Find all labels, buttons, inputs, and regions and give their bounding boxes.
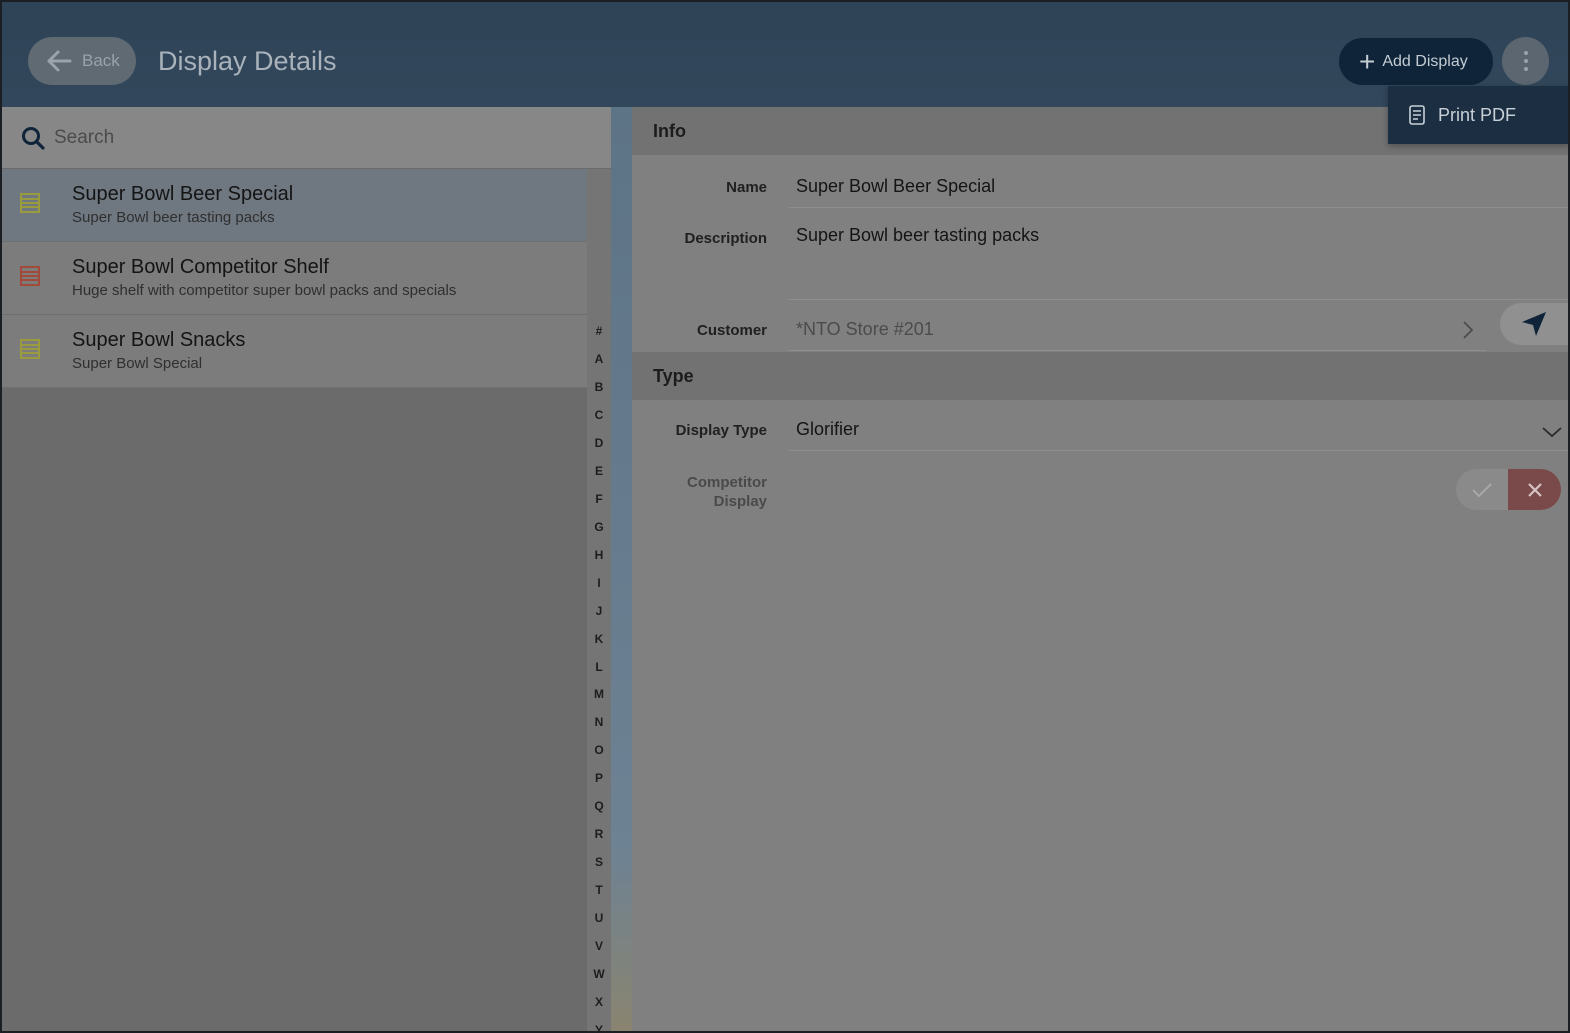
close-icon [1527,482,1542,497]
display-list: Super Bowl Beer Special Super Bowl beer … [2,169,587,388]
location-arrow-icon [1522,312,1546,336]
alphabet-index-letter[interactable]: G [587,520,611,534]
plus-icon: + [1359,45,1376,77]
navigate-button[interactable] [1500,303,1568,345]
customer-label: Customer [696,322,767,339]
alphabet-index: #ABCDEFGHIJKLMNOPQRSTUVWXYZ [587,169,611,1031]
alphabet-index-letter[interactable]: T [587,883,611,897]
alphabet-index-letter[interactable]: N [587,715,611,729]
back-button[interactable]: Back [28,37,136,85]
display-list-panel: Super Bowl Beer Special Super Bowl beer … [2,107,611,1031]
more-options-button[interactable] [1502,37,1549,85]
alphabet-index-letter[interactable]: H [587,548,611,562]
list-item-subtitle: Super Bowl beer tasting packs [72,209,275,226]
back-label: Back [82,51,120,70]
alphabet-index-letter[interactable]: X [587,995,611,1009]
chevron-right-icon[interactable] [1461,319,1475,341]
display-type-label: Display Type [675,422,767,439]
alphabet-index-letter[interactable]: C [587,408,611,422]
list-item-subtitle: Super Bowl Special [72,355,203,372]
competitor-display-toggle[interactable] [1456,469,1561,510]
type-section-header: Type [632,352,1568,400]
header-bar: Back Display Details + Add Display [2,2,1568,107]
alphabet-index-letter[interactable]: Q [587,799,611,813]
list-item[interactable]: Super Bowl Competitor Shelf Huge shelf w… [2,242,587,315]
menu-item-print-pdf[interactable]: Print PDF [1388,86,1568,144]
page-title: Display Details [158,46,337,76]
list-item-title: Super Bowl Competitor Shelf [72,256,329,278]
alphabet-index-letter[interactable]: # [587,324,611,338]
competitor-display-label: Competitor Display [687,474,767,510]
toggle-yes[interactable] [1456,469,1508,510]
display-type-underline [789,450,1568,451]
alphabet-index-letter[interactable]: E [587,464,611,478]
shelf-icon [20,339,40,359]
shelf-icon [20,266,40,286]
alphabet-index-letter[interactable]: A [587,352,611,366]
customer-field[interactable]: *NTO Store #201 [796,319,934,340]
alphabet-index-letter[interactable]: R [587,827,611,841]
alphabet-index-letter[interactable]: V [587,939,611,953]
alphabet-index-letter[interactable]: B [587,380,611,394]
arrow-left-icon [47,50,72,72]
alphabet-index-letter[interactable]: W [587,967,611,981]
list-item-title: Super Bowl Snacks [72,329,246,351]
details-panel: Info Name Super Bowl Beer Special Descri… [632,107,1568,1031]
name-label: Name [726,179,767,196]
description-underline [789,299,1568,300]
description-field[interactable]: Super Bowl beer tasting packs [796,225,1039,246]
alphabet-index-letter[interactable]: J [587,604,611,618]
list-item[interactable]: Super Bowl Snacks Super Bowl Special [2,315,587,388]
list-item[interactable]: Super Bowl Beer Special Super Bowl beer … [2,169,587,242]
type-section-title: Type [653,366,694,386]
info-section-title: Info [653,121,686,141]
alphabet-index-letter[interactable]: L [587,660,611,674]
alphabet-index-letter[interactable]: U [587,911,611,925]
add-display-button[interactable]: + Add Display [1339,38,1493,85]
print-pdf-label: Print PDF [1438,104,1517,125]
toggle-no[interactable] [1508,469,1561,510]
description-label: Description [684,230,767,247]
display-type-select[interactable]: Glorifier [796,419,859,440]
check-icon [1472,482,1492,497]
app-frame: Back Display Details + Add Display Print… [0,0,1570,1033]
list-item-subtitle: Huge shelf with competitor super bowl pa… [72,282,457,299]
name-underline [789,207,1568,208]
alphabet-index-letter[interactable]: P [587,771,611,785]
list-item-title: Super Bowl Beer Special [72,183,294,205]
alphabet-index-letter[interactable]: O [587,743,611,757]
customer-underline [789,350,1486,351]
chevron-down-icon[interactable] [1541,425,1563,439]
alphabet-index-letter[interactable]: F [587,492,611,506]
search-icon [22,126,45,150]
search-bar [2,107,611,168]
alphabet-index-letter[interactable]: Y [587,1023,611,1031]
alphabet-index-letter[interactable]: S [587,855,611,869]
alphabet-index-letter[interactable]: I [587,576,611,590]
name-field[interactable]: Super Bowl Beer Special [796,176,995,197]
alphabet-index-letter[interactable]: K [587,632,611,646]
more-vertical-icon [1523,49,1528,73]
alphabet-index-letter[interactable]: M [587,687,611,701]
shelf-icon [20,193,40,213]
document-icon [1409,105,1425,125]
panel-divider [611,107,632,1031]
search-input[interactable] [52,125,556,150]
add-display-label: Add Display [1382,52,1468,70]
alphabet-index-letter[interactable]: D [587,436,611,450]
